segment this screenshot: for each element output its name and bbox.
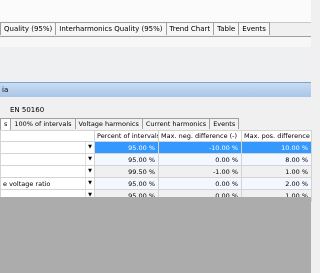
tab-events[interactable]: Events bbox=[238, 22, 270, 35]
column-header-parameter bbox=[0, 130, 95, 142]
dropdown-arrow-icon[interactable]: ▼ bbox=[85, 142, 94, 153]
percent-cell[interactable]: 95.00 % bbox=[94, 153, 159, 166]
pos-diff-cell[interactable]: 10.00 % bbox=[241, 141, 312, 154]
tab-current-harmonics[interactable]: Current harmonics bbox=[141, 118, 211, 129]
window-top-strip bbox=[0, 0, 311, 23]
parameter-dropdown[interactable]: e voltage ratio ▼ bbox=[0, 177, 95, 190]
dropdown-arrow-icon[interactable]: ▼ bbox=[85, 178, 94, 189]
outer-tab-bar: Quality (95%) Interharmonics Quality (95… bbox=[0, 22, 270, 36]
parameter-value: e voltage ratio bbox=[3, 179, 51, 188]
tab-voltage-harmonics[interactable]: Voltage harmonics bbox=[74, 118, 143, 129]
table-row[interactable]: ▼ 99.50 % -1.00 % 1.00 % bbox=[0, 165, 312, 178]
parameter-dropdown[interactable]: ▼ bbox=[0, 141, 95, 154]
pos-diff-cell[interactable]: 8.00 % bbox=[241, 153, 312, 166]
tab-table[interactable]: Table bbox=[213, 22, 240, 35]
table-row[interactable]: e voltage ratio ▼ 95.00 % 0.00 % 2.00 % bbox=[0, 177, 312, 190]
tab-quality-95[interactable]: Quality (95%) bbox=[0, 22, 57, 35]
tab-inner-events[interactable]: Events bbox=[209, 118, 240, 129]
parameter-dropdown[interactable]: ▼ bbox=[0, 153, 95, 166]
inner-tab-bar: s 100% of intervals Voltage harmonics Cu… bbox=[0, 118, 240, 130]
percent-cell[interactable]: 99.50 % bbox=[94, 165, 159, 178]
standard-label: EN 50160 bbox=[10, 106, 45, 114]
tab-trend-chart[interactable]: Trend Chart bbox=[165, 22, 215, 35]
tab-100-percent-intervals[interactable]: 100% of intervals bbox=[10, 118, 76, 129]
dropdown-arrow-icon[interactable]: ▼ bbox=[85, 154, 94, 165]
pos-diff-cell[interactable]: 1.00 % bbox=[241, 165, 312, 178]
pos-diff-cell[interactable]: 2.00 % bbox=[241, 177, 312, 190]
tab-interharmonics-quality[interactable]: Interharmonics Quality (95%) bbox=[55, 22, 167, 35]
section-header-title: ia bbox=[2, 86, 9, 94]
dropdown-arrow-icon[interactable]: ▼ bbox=[85, 166, 94, 177]
table-row[interactable]: ▼ 95.00 % 0.00 % 8.00 % bbox=[0, 153, 312, 166]
neg-diff-cell[interactable]: -10.00 % bbox=[158, 141, 242, 154]
empty-grid-area bbox=[0, 197, 311, 273]
neg-diff-cell[interactable]: 0.00 % bbox=[158, 153, 242, 166]
column-header-pos-diff: Max. pos. difference (+) bbox=[241, 130, 312, 142]
parameter-dropdown[interactable]: ▼ bbox=[0, 165, 95, 178]
limits-table: Percent of intervals Max. neg. differenc… bbox=[0, 130, 312, 202]
table-row[interactable]: ▼ 95.00 % -10.00 % 10.00 % bbox=[0, 141, 312, 154]
column-header-neg-diff: Max. neg. difference (-) bbox=[158, 130, 242, 142]
standard-row: EN 50160 bbox=[0, 97, 311, 118]
section-header: ia bbox=[0, 82, 311, 98]
neg-diff-cell[interactable]: -1.00 % bbox=[158, 165, 242, 178]
neg-diff-cell[interactable]: 0.00 % bbox=[158, 177, 242, 190]
table-header-row: Percent of intervals Max. neg. differenc… bbox=[0, 130, 312, 142]
column-header-percent: Percent of intervals bbox=[94, 130, 159, 142]
percent-cell[interactable]: 95.00 % bbox=[94, 177, 159, 190]
percent-cell[interactable]: 95.00 % bbox=[94, 141, 159, 154]
spacer-area bbox=[0, 47, 311, 82]
